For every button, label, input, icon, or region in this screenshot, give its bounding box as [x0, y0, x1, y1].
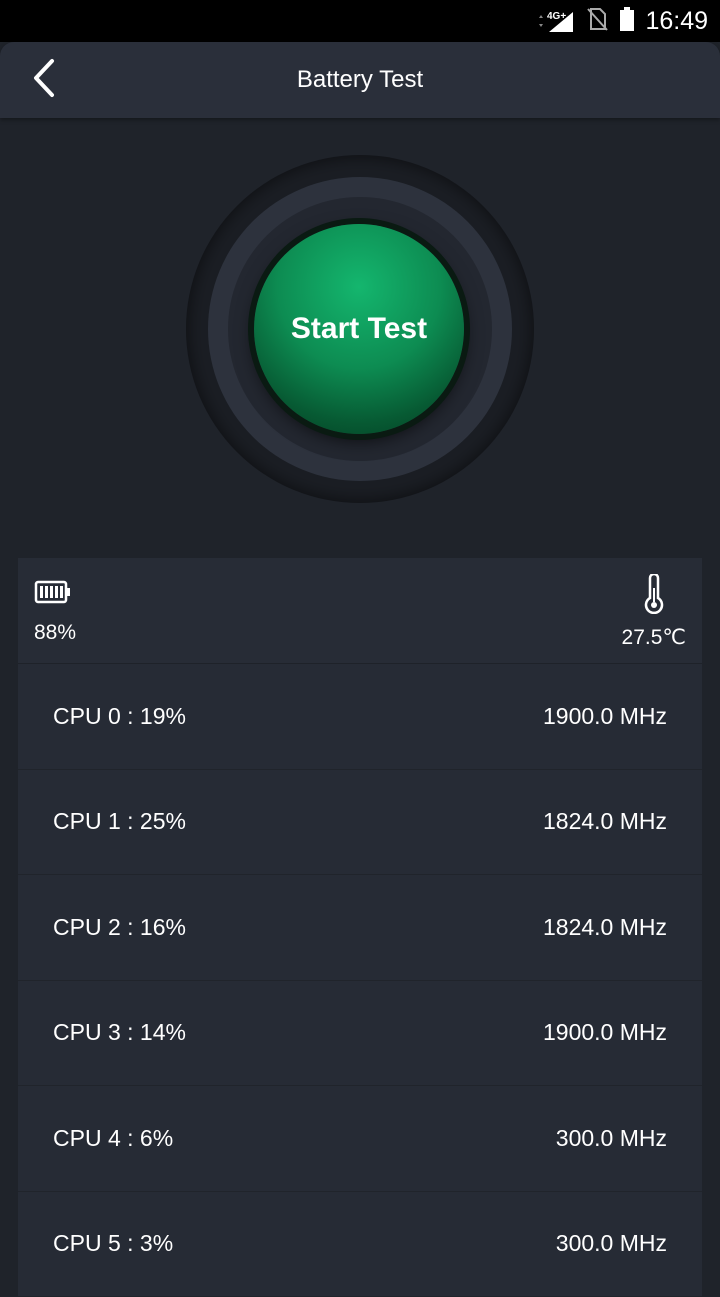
status-time: 16:49: [645, 7, 708, 36]
chevron-left-icon: [30, 57, 58, 104]
temperature: 27.5℃: [622, 574, 686, 650]
summary-row: 88% 27.5℃: [18, 558, 702, 664]
cpu-list: CPU 0 : 19% 1900.0 MHz CPU 1 : 25% 1824.…: [18, 664, 702, 1297]
battery-status-icon: [619, 6, 635, 37]
cpu-frequency: 1824.0 MHz: [543, 914, 667, 941]
no-sim-icon: [585, 6, 609, 37]
cpu-label: CPU 4 : 6%: [53, 1125, 173, 1152]
cpu-frequency: 1900.0 MHz: [543, 703, 667, 730]
cpu-label: CPU 2 : 16%: [53, 914, 186, 941]
temperature-value: 27.5℃: [622, 625, 686, 650]
cpu-label: CPU 1 : 25%: [53, 808, 186, 835]
cpu-frequency: 1900.0 MHz: [543, 1019, 667, 1046]
page-title: Battery Test: [297, 66, 423, 94]
cpu-frequency: 300.0 MHz: [556, 1125, 667, 1152]
cpu-label: CPU 3 : 14%: [53, 1019, 186, 1046]
back-button[interactable]: [20, 56, 68, 104]
start-test-button[interactable]: Start Test: [254, 224, 464, 434]
status-bar: 4G+ 16:49: [0, 0, 720, 42]
cpu-row-4: CPU 4 : 6% 300.0 MHz: [18, 1086, 702, 1192]
cpu-frequency: 300.0 MHz: [556, 1230, 667, 1257]
start-test-label: Start Test: [291, 312, 427, 346]
test-hero: Start Test: [0, 118, 720, 558]
cpu-row-3: CPU 3 : 14% 1900.0 MHz: [18, 981, 702, 1087]
cpu-row-2: CPU 2 : 16% 1824.0 MHz: [18, 875, 702, 981]
battery-icon: [34, 591, 72, 608]
cpu-label: CPU 0 : 19%: [53, 703, 186, 730]
cpu-label: CPU 5 : 3%: [53, 1230, 173, 1257]
battery-level: 88%: [34, 580, 76, 645]
cpu-row-0: CPU 0 : 19% 1900.0 MHz: [18, 664, 702, 770]
cpu-row-1: CPU 1 : 25% 1824.0 MHz: [18, 770, 702, 876]
stats-panel: 88% 27.5℃ CPU 0 : 19% 1900.0 MHz CPU 1 :…: [18, 558, 702, 1280]
thermometer-icon: [641, 601, 667, 618]
cpu-row-5: CPU 5 : 3% 300.0 MHz: [18, 1192, 702, 1297]
app-bar: Battery Test: [0, 42, 720, 118]
signal-4g-icon: 4G+: [535, 8, 575, 34]
cpu-frequency: 1824.0 MHz: [543, 808, 667, 835]
battery-percent: 88%: [34, 621, 76, 645]
